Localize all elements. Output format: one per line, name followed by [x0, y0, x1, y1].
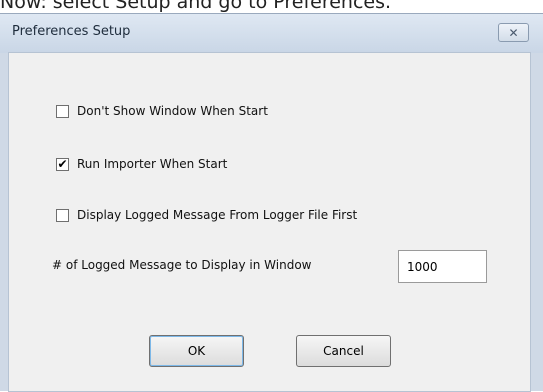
option-display-logged-first[interactable]: Display Logged Message From Logger File …: [56, 208, 357, 222]
checkbox-dont-show-window[interactable]: [56, 104, 69, 118]
checkbox-display-logged-first[interactable]: [56, 208, 69, 222]
message-count-label: # of Logged Message to Display in Window: [52, 258, 312, 272]
dialog-client-area: Don't Show Window When Start ✔ Run Impor…: [8, 52, 531, 392]
option-label: Don't Show Window When Start: [77, 104, 268, 118]
option-run-importer[interactable]: ✔ Run Importer When Start: [56, 157, 227, 171]
checkbox-run-importer[interactable]: ✔: [56, 157, 69, 171]
ok-button[interactable]: OK: [149, 335, 244, 367]
preferences-dialog: Preferences Setup ✕ Don't Show Window Wh…: [0, 13, 543, 392]
close-icon: ✕: [508, 25, 519, 40]
dialog-title: Preferences Setup: [12, 24, 131, 39]
instruction-text: Now: select Setup and go to Preferences.: [0, 0, 392, 13]
option-dont-show-window[interactable]: Don't Show Window When Start: [56, 104, 268, 118]
option-label: Display Logged Message From Logger File …: [77, 208, 358, 222]
option-label: Run Importer When Start: [77, 157, 228, 171]
title-bar[interactable]: Preferences Setup ✕: [0, 14, 543, 53]
message-count-input[interactable]: 1000: [398, 250, 487, 283]
close-button[interactable]: ✕: [498, 23, 529, 42]
cancel-button[interactable]: Cancel: [296, 335, 391, 367]
